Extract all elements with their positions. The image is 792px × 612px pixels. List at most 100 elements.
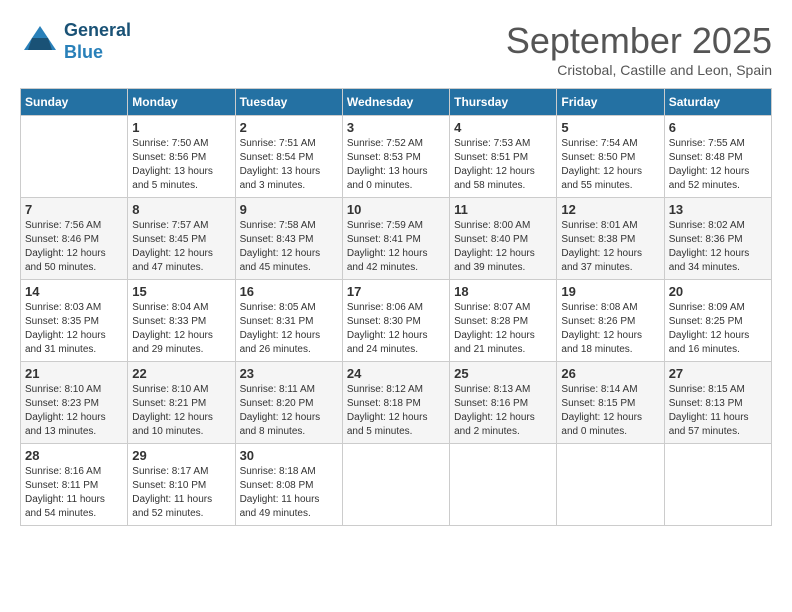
day-number: 4	[454, 120, 552, 135]
day-info: Sunrise: 8:10 AM Sunset: 8:23 PM Dayligh…	[25, 383, 123, 439]
calendar-cell	[450, 444, 557, 526]
day-info: Sunrise: 8:12 AM Sunset: 8:18 PM Dayligh…	[347, 383, 445, 439]
day-number: 24	[347, 366, 445, 381]
day-info: Sunrise: 7:50 AM Sunset: 8:56 PM Dayligh…	[132, 137, 230, 193]
calendar-cell: 2 Sunrise: 7:51 AM Sunset: 8:54 PM Daylig…	[235, 116, 342, 198]
day-number: 9	[240, 202, 338, 217]
calendar-cell: 18 Sunrise: 8:07 AM Sunset: 8:28 PM Dayli…	[450, 280, 557, 362]
calendar-week-row: 7 Sunrise: 7:56 AM Sunset: 8:46 PM Daylig…	[21, 198, 772, 280]
calendar-cell: 28 Sunrise: 8:16 AM Sunset: 8:11 PM Dayli…	[21, 444, 128, 526]
day-info: Sunrise: 8:02 AM Sunset: 8:36 PM Dayligh…	[669, 219, 767, 275]
calendar-week-row: 28 Sunrise: 8:16 AM Sunset: 8:11 PM Dayli…	[21, 444, 772, 526]
day-number: 6	[669, 120, 767, 135]
day-number: 14	[25, 284, 123, 299]
header-day: Thursday	[450, 89, 557, 116]
day-info: Sunrise: 7:53 AM Sunset: 8:51 PM Dayligh…	[454, 137, 552, 193]
calendar-cell	[664, 444, 771, 526]
day-info: Sunrise: 8:17 AM Sunset: 8:10 PM Dayligh…	[132, 465, 230, 521]
calendar-cell: 23Sunrise: 8:11 AM Sunset: 8:20 PM Dayli…	[235, 362, 342, 444]
day-number: 25	[454, 366, 552, 381]
day-number: 28	[25, 448, 123, 463]
day-info: Sunrise: 8:07 AM Sunset: 8:28 PM Dayligh…	[454, 301, 552, 357]
day-number: 7	[25, 202, 123, 217]
calendar-cell	[557, 444, 664, 526]
day-info: Sunrise: 8:10 AM Sunset: 8:21 PM Dayligh…	[132, 383, 230, 439]
calendar-cell: 16 Sunrise: 8:05 AM Sunset: 8:31 PM Dayli…	[235, 280, 342, 362]
calendar-cell: 1 Sunrise: 7:50 AM Sunset: 8:56 PM Daylig…	[128, 116, 235, 198]
calendar-cell: 15 Sunrise: 8:04 AM Sunset: 8:33 PM Dayli…	[128, 280, 235, 362]
calendar-cell: 30 Sunrise: 8:18 AM Sunset: 8:08 PM Dayli…	[235, 444, 342, 526]
day-info: Sunrise: 8:05 AM Sunset: 8:31 PM Dayligh…	[240, 301, 338, 357]
day-number: 22	[132, 366, 230, 381]
calendar-cell: 11 Sunrise: 8:00 AM Sunset: 8:40 PM Dayli…	[450, 198, 557, 280]
day-info: Sunrise: 8:14 AM Sunset: 8:15 PM Dayligh…	[561, 383, 659, 439]
calendar-cell: 17 Sunrise: 8:06 AM Sunset: 8:30 PM Dayli…	[342, 280, 449, 362]
calendar-cell	[21, 116, 128, 198]
calendar-cell: 19 Sunrise: 8:08 AM Sunset: 8:26 PM Dayli…	[557, 280, 664, 362]
day-number: 29	[132, 448, 230, 463]
calendar-cell: 24 Sunrise: 8:12 AM Sunset: 8:18 PM Dayli…	[342, 362, 449, 444]
day-number: 15	[132, 284, 230, 299]
day-info: Sunrise: 7:51 AM Sunset: 8:54 PM Dayligh…	[240, 137, 338, 193]
calendar-cell: 22 Sunrise: 8:10 AM Sunset: 8:21 PM Dayli…	[128, 362, 235, 444]
calendar-cell: 10 Sunrise: 7:59 AM Sunset: 8:41 PM Dayli…	[342, 198, 449, 280]
day-number: 17	[347, 284, 445, 299]
header-day: Tuesday	[235, 89, 342, 116]
day-info: Sunrise: 8:00 AM Sunset: 8:40 PM Dayligh…	[454, 219, 552, 275]
day-info: Sunrise: 7:58 AM Sunset: 8:43 PM Dayligh…	[240, 219, 338, 275]
day-number: 16	[240, 284, 338, 299]
day-info: Sunrise: 8:06 AM Sunset: 8:30 PM Dayligh…	[347, 301, 445, 357]
day-number: 19	[561, 284, 659, 299]
day-number: 1	[132, 120, 230, 135]
day-info: Sunrise: 8:13 AM Sunset: 8:16 PM Dayligh…	[454, 383, 552, 439]
day-info: Sunrise: 8:16 AM Sunset: 8:11 PM Dayligh…	[25, 465, 123, 521]
subtitle: Cristobal, Castille and Leon, Spain	[506, 62, 772, 78]
day-info: Sunrise: 8:04 AM Sunset: 8:33 PM Dayligh…	[132, 301, 230, 357]
day-number: 26	[561, 366, 659, 381]
header-day: Sunday	[21, 89, 128, 116]
header-day: Monday	[128, 89, 235, 116]
day-info: Sunrise: 8:01 AM Sunset: 8:38 PM Dayligh…	[561, 219, 659, 275]
day-number: 2	[240, 120, 338, 135]
logo: General Blue	[20, 20, 131, 63]
calendar-cell: 8Sunrise: 7:57 AM Sunset: 8:45 PM Daylig…	[128, 198, 235, 280]
day-info: Sunrise: 8:03 AM Sunset: 8:35 PM Dayligh…	[25, 301, 123, 357]
title-section: September 2025 Cristobal, Castille and L…	[506, 20, 772, 78]
day-number: 10	[347, 202, 445, 217]
day-number: 27	[669, 366, 767, 381]
day-info: Sunrise: 7:54 AM Sunset: 8:50 PM Dayligh…	[561, 137, 659, 193]
day-number: 11	[454, 202, 552, 217]
header-day: Saturday	[664, 89, 771, 116]
day-info: Sunrise: 8:08 AM Sunset: 8:26 PM Dayligh…	[561, 301, 659, 357]
calendar-cell: 9 Sunrise: 7:58 AM Sunset: 8:43 PM Daylig…	[235, 198, 342, 280]
day-info: Sunrise: 7:56 AM Sunset: 8:46 PM Dayligh…	[25, 219, 123, 275]
day-info: Sunrise: 8:18 AM Sunset: 8:08 PM Dayligh…	[240, 465, 338, 521]
calendar-cell: 29 Sunrise: 8:17 AM Sunset: 8:10 PM Dayli…	[128, 444, 235, 526]
day-info: Sunrise: 7:55 AM Sunset: 8:48 PM Dayligh…	[669, 137, 767, 193]
day-info: Sunrise: 7:52 AM Sunset: 8:53 PM Dayligh…	[347, 137, 445, 193]
day-number: 12	[561, 202, 659, 217]
calendar-week-row: 1 Sunrise: 7:50 AM Sunset: 8:56 PM Daylig…	[21, 116, 772, 198]
logo-general: General	[64, 20, 131, 42]
day-number: 8	[132, 202, 230, 217]
logo-blue: Blue	[64, 42, 131, 64]
calendar-cell: 13 Sunrise: 8:02 AM Sunset: 8:36 PM Dayli…	[664, 198, 771, 280]
calendar-week-row: 21 Sunrise: 8:10 AM Sunset: 8:23 PM Dayli…	[21, 362, 772, 444]
calendar-cell: 27 Sunrise: 8:15 AM Sunset: 8:13 PM Dayli…	[664, 362, 771, 444]
day-number: 5	[561, 120, 659, 135]
day-info: Sunrise: 8:15 AM Sunset: 8:13 PM Dayligh…	[669, 383, 767, 439]
calendar-cell: 26 Sunrise: 8:14 AM Sunset: 8:15 PM Dayli…	[557, 362, 664, 444]
header-day: Friday	[557, 89, 664, 116]
day-number: 21	[25, 366, 123, 381]
calendar-cell: 12 Sunrise: 8:01 AM Sunset: 8:38 PM Dayli…	[557, 198, 664, 280]
day-number: 13	[669, 202, 767, 217]
day-number: 23	[240, 366, 338, 381]
month-title: September 2025	[506, 20, 772, 62]
day-number: 30	[240, 448, 338, 463]
calendar-cell: 6 Sunrise: 7:55 AM Sunset: 8:48 PM Daylig…	[664, 116, 771, 198]
calendar-cell: 20Sunrise: 8:09 AM Sunset: 8:25 PM Dayli…	[664, 280, 771, 362]
header: General Blue September 2025 Cristobal, C…	[20, 20, 772, 78]
day-info: Sunrise: 7:59 AM Sunset: 8:41 PM Dayligh…	[347, 219, 445, 275]
day-number: 18	[454, 284, 552, 299]
calendar-cell: 14 Sunrise: 8:03 AM Sunset: 8:35 PM Dayli…	[21, 280, 128, 362]
